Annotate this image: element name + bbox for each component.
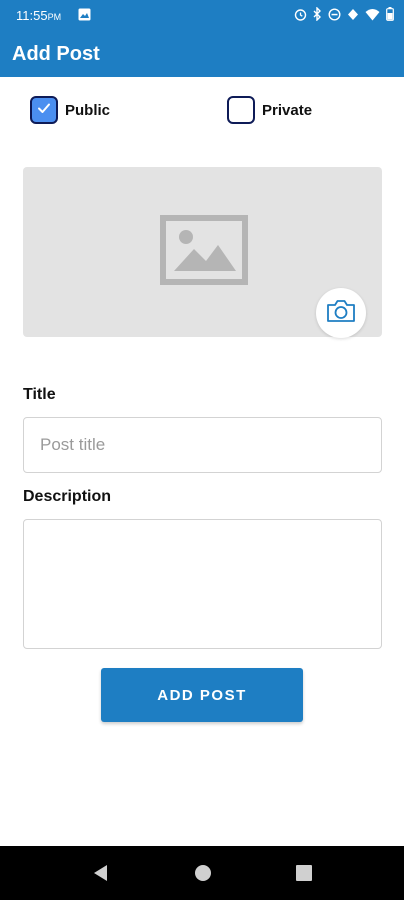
visibility-options: Public Private bbox=[0, 96, 404, 130]
public-checkbox[interactable]: Public bbox=[30, 96, 110, 124]
back-icon[interactable] bbox=[91, 863, 109, 888]
wifi-icon bbox=[365, 8, 380, 21]
page-title: Add Post bbox=[12, 43, 100, 65]
status-time-ampm: PM bbox=[47, 12, 62, 22]
public-label: Public bbox=[65, 101, 111, 119]
camera-icon bbox=[325, 298, 357, 329]
recents-icon[interactable] bbox=[295, 863, 313, 888]
status-bar: 11:55PM bbox=[0, 0, 404, 30]
private-label: Private bbox=[262, 101, 313, 119]
image-placeholder-icon bbox=[160, 215, 248, 290]
add-post-button[interactable]: ADD POST bbox=[101, 668, 303, 722]
battery-icon bbox=[386, 7, 394, 21]
title-label: Title bbox=[23, 386, 56, 403]
alarm-icon bbox=[294, 8, 307, 21]
status-icons bbox=[294, 7, 394, 21]
dnd-icon bbox=[328, 7, 341, 21]
camera-button[interactable] bbox=[316, 288, 366, 338]
checkmark-icon bbox=[36, 100, 52, 121]
vibrate-icon bbox=[347, 8, 359, 21]
image-picker[interactable] bbox=[23, 167, 382, 338]
public-checkbox-box[interactable] bbox=[30, 96, 58, 124]
description-label: Description bbox=[23, 488, 112, 505]
description-input[interactable] bbox=[23, 519, 382, 649]
app-bar: Add Post bbox=[0, 30, 404, 77]
navigation-bar bbox=[0, 846, 404, 900]
home-icon[interactable] bbox=[193, 863, 213, 888]
status-time-value: 11:55 bbox=[16, 8, 48, 23]
status-time: 11:55PM bbox=[16, 8, 61, 23]
private-checkbox[interactable]: Private bbox=[227, 96, 312, 124]
gallery-notification-icon bbox=[78, 8, 91, 26]
title-input[interactable] bbox=[23, 417, 382, 473]
private-checkbox-box[interactable] bbox=[227, 96, 255, 124]
bluetooth-icon bbox=[313, 7, 322, 21]
